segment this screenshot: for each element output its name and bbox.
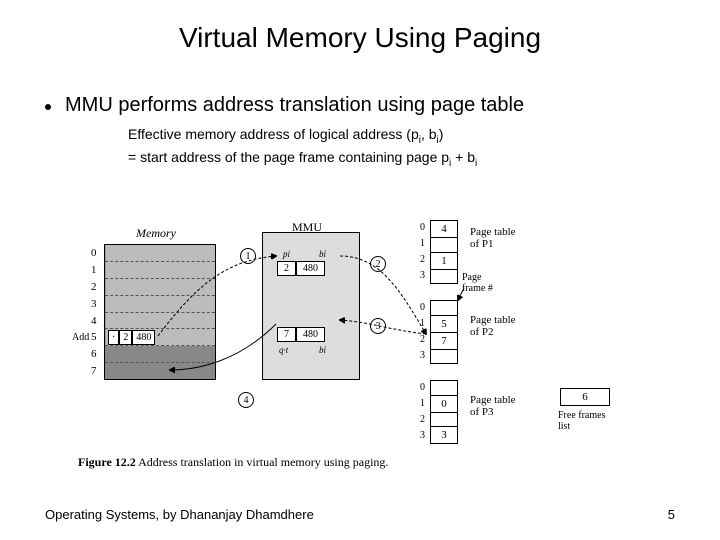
subtext-part: Effective memory address of logical addr… bbox=[128, 126, 419, 142]
bullet-item: MMU performs address translation using p… bbox=[0, 94, 720, 117]
slide-title: Virtual Memory Using Paging bbox=[0, 0, 720, 74]
subtext-part: ) bbox=[439, 126, 444, 142]
sub: i bbox=[475, 157, 477, 168]
subtext-part: + b bbox=[451, 149, 475, 165]
subtext-part: , b bbox=[421, 126, 437, 142]
bullet-text: MMU performs address translation using p… bbox=[65, 94, 524, 117]
arrows-svg bbox=[80, 220, 640, 460]
page-number: 5 bbox=[668, 507, 675, 522]
footer-left: Operating Systems, by Dhananjay Dhamdher… bbox=[45, 507, 314, 522]
subtext-part: = start address of the page frame contai… bbox=[128, 149, 449, 165]
subtext: Effective memory address of logical addr… bbox=[0, 125, 720, 170]
caption-rest: Address translation in virtual memory us… bbox=[136, 455, 389, 469]
figure-caption: Figure 12.2 Address translation in virtu… bbox=[78, 455, 388, 470]
figure: Memory MMU 0 1 2 3 4 5 6 7 Add · 2 480 p… bbox=[80, 220, 640, 470]
bullet-icon bbox=[45, 104, 51, 110]
caption-bold: Figure 12.2 bbox=[78, 455, 136, 469]
